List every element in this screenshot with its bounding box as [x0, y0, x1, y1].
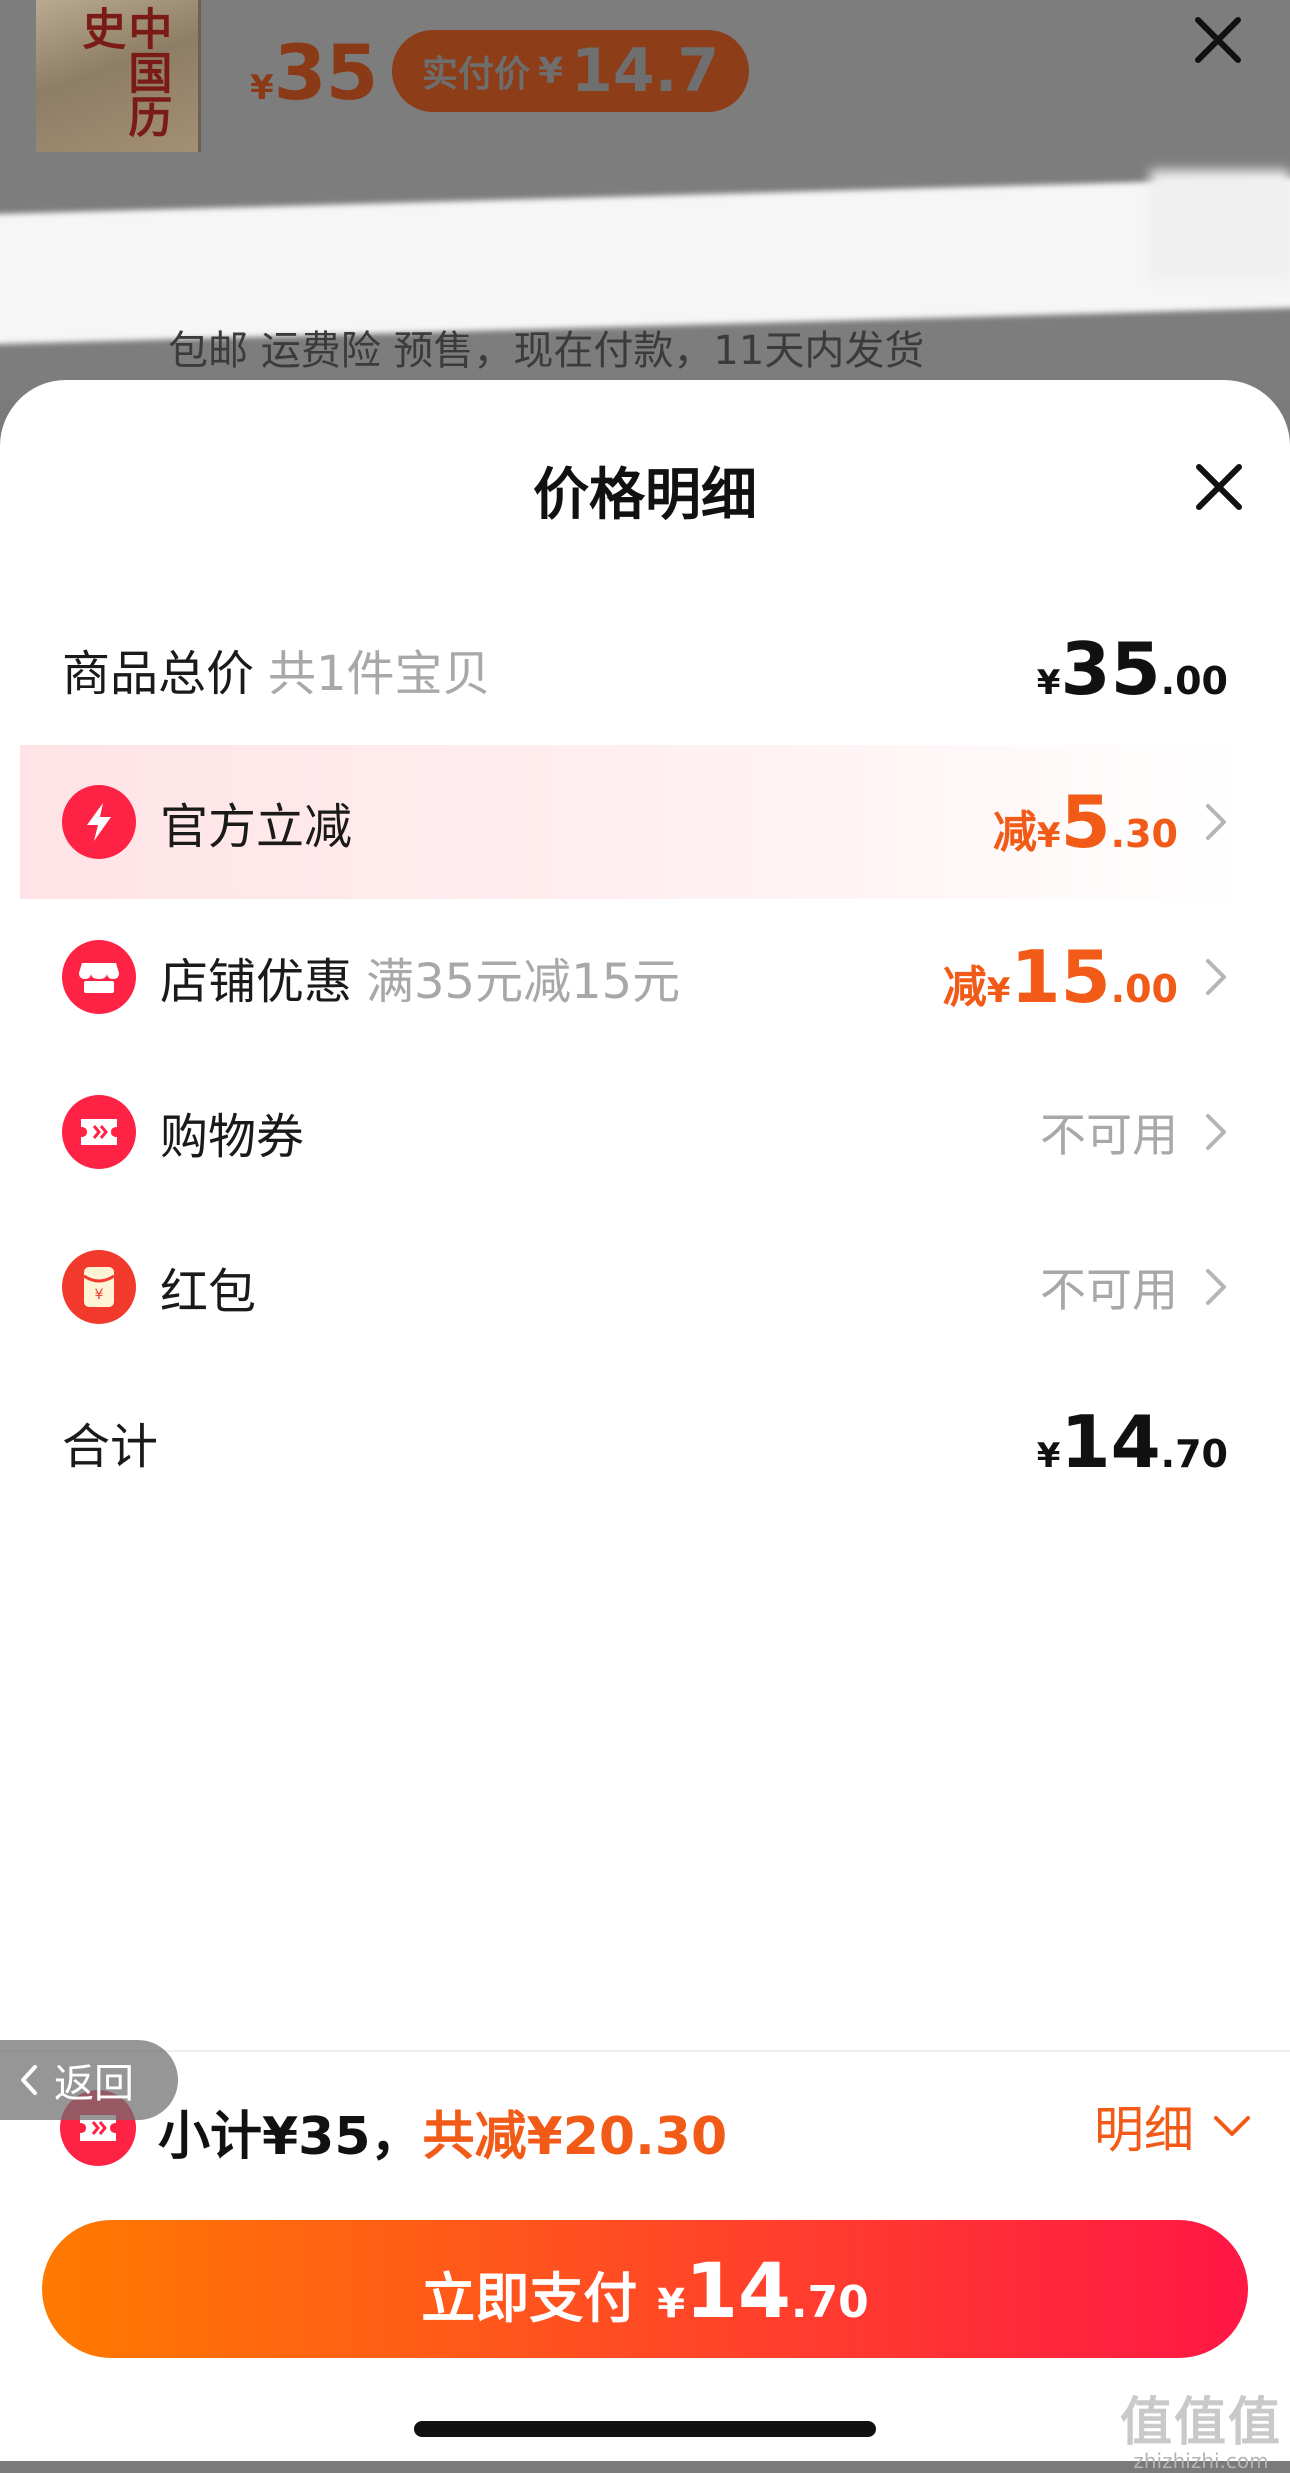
- product-thumbnail: 中国历史: [36, 0, 201, 152]
- actual-pay-value: 14.7: [571, 36, 720, 106]
- background-price-value: 35: [273, 28, 379, 117]
- official-discount-currency: ¥: [1036, 816, 1061, 856]
- background-page: 中国历史 ¥35 实付价 ¥ 14.7 包邮 运费险 预售，现在付款，11天内发…: [0, 0, 1290, 400]
- pay-now-currency: ¥: [657, 2281, 686, 2327]
- item-count: 共1件宝贝: [268, 646, 491, 702]
- pay-now-button[interactable]: 立即支付 ¥14.70: [42, 2220, 1248, 2358]
- store-discount-title: 店铺优惠: [160, 954, 353, 1010]
- store-discount-prefix: 减: [942, 962, 987, 1013]
- detail-label: 明细: [1094, 2101, 1194, 2159]
- chevron-right-icon: [1206, 1269, 1226, 1305]
- chevron-right-icon: [1206, 804, 1226, 840]
- red-envelope-status: 不可用: [1040, 1263, 1178, 1317]
- chevron-left-icon: [21, 2065, 37, 2095]
- actual-pay-currency: ¥: [538, 50, 564, 92]
- pay-now-dec: .70: [790, 2277, 869, 2328]
- chevron-right-icon: [1206, 1114, 1226, 1150]
- watermark-url: zhizhizhi.com: [1133, 2449, 1269, 2473]
- shopping-coupon-label: 购物券: [160, 1109, 305, 1165]
- official-discount-dec: .30: [1110, 812, 1178, 856]
- sum-int: 14: [1060, 1400, 1161, 1484]
- background-close-icon[interactable]: [1188, 10, 1248, 70]
- red-envelope-row[interactable]: ¥ 红包 不可用: [20, 1210, 1248, 1364]
- total-price-title: 商品总价: [62, 646, 255, 702]
- pay-now-label: 立即支付: [421, 2267, 638, 2330]
- sum-row: 合计 ¥14.70: [20, 1365, 1248, 1519]
- product-thumbnail-text: 中国历史: [74, 6, 172, 138]
- redaction-overlay-edge: [1150, 170, 1290, 280]
- watermark-logo: 值值值: [1119, 2393, 1282, 2453]
- official-discount-label: 官方立减: [160, 799, 353, 855]
- background-price: ¥35: [250, 28, 379, 117]
- ticket-icon: [62, 1095, 136, 1169]
- store-icon: [62, 940, 136, 1014]
- subtotal-text: 小计¥35，: [158, 2107, 423, 2167]
- shopping-coupon-row[interactable]: 购物券 不可用: [20, 1055, 1248, 1209]
- chevron-right-icon: [1206, 959, 1226, 995]
- store-discount-label: 店铺优惠 满35元减15元: [160, 942, 680, 1012]
- store-discount-int: 15: [1010, 935, 1111, 1019]
- total-price-row: 商品总价 共1件宝贝 ¥35.00: [20, 592, 1248, 746]
- background-price-currency: ¥: [250, 68, 274, 108]
- total-price-amount: ¥35.00: [1037, 627, 1228, 711]
- svg-text:¥: ¥: [95, 1287, 104, 1303]
- pay-now-int: 14: [685, 2246, 791, 2335]
- total-price-dec: .00: [1160, 659, 1228, 703]
- total-price-label: 商品总价 共1件宝贝: [62, 634, 491, 704]
- service-line: 包邮 运费险 预售，现在付款，11天内发货: [168, 328, 925, 374]
- sum-amount: ¥14.70: [1037, 1400, 1228, 1484]
- watermark: 值值值 zhizhizhi.com: [1120, 2380, 1282, 2473]
- store-discount-rule: 满35元减15元: [366, 954, 681, 1010]
- store-discount-dec: .00: [1110, 967, 1178, 1011]
- total-price-currency: ¥: [1036, 663, 1061, 703]
- official-discount-prefix: 减: [992, 807, 1037, 858]
- official-discount-amount: 减 ¥5.30: [993, 780, 1178, 864]
- sum-currency: ¥: [1036, 1436, 1061, 1476]
- total-price-int: 35: [1060, 627, 1161, 711]
- actual-pay-label: 实付价: [422, 54, 531, 95]
- store-discount-amount: 减 ¥15.00: [943, 935, 1178, 1019]
- store-discount-row[interactable]: 店铺优惠 满35元减15元 减 ¥15.00: [20, 900, 1248, 1054]
- lightning-icon: [62, 785, 136, 859]
- back-button[interactable]: 返回: [0, 2040, 178, 2120]
- official-discount-int: 5: [1060, 780, 1111, 864]
- red-envelope-icon: ¥: [62, 1250, 136, 1324]
- detail-toggle[interactable]: 明细: [1094, 2090, 1252, 2162]
- store-discount-currency: ¥: [986, 971, 1011, 1011]
- subtotal-summary: 小计¥35，共减¥20.30: [158, 2094, 727, 2169]
- actual-pay-badge: 实付价 ¥ 14.7: [392, 30, 750, 112]
- sum-dec: .70: [1160, 1432, 1228, 1476]
- home-indicator[interactable]: [414, 2421, 876, 2437]
- chevron-down-icon: [1214, 2116, 1250, 2136]
- sheet-title: 价格明细: [533, 463, 757, 528]
- shopping-coupon-status: 不可用: [1040, 1108, 1178, 1162]
- total-saved-text: 共减¥20.30: [422, 2107, 728, 2167]
- official-discount-row[interactable]: 官方立减 减 ¥5.30: [20, 745, 1248, 899]
- back-label: 返回: [54, 2061, 134, 2107]
- sum-label: 合计: [62, 1419, 159, 1475]
- close-icon[interactable]: [1190, 458, 1248, 516]
- red-envelope-label: 红包: [160, 1264, 257, 1320]
- footer-divider: [0, 2050, 1290, 2052]
